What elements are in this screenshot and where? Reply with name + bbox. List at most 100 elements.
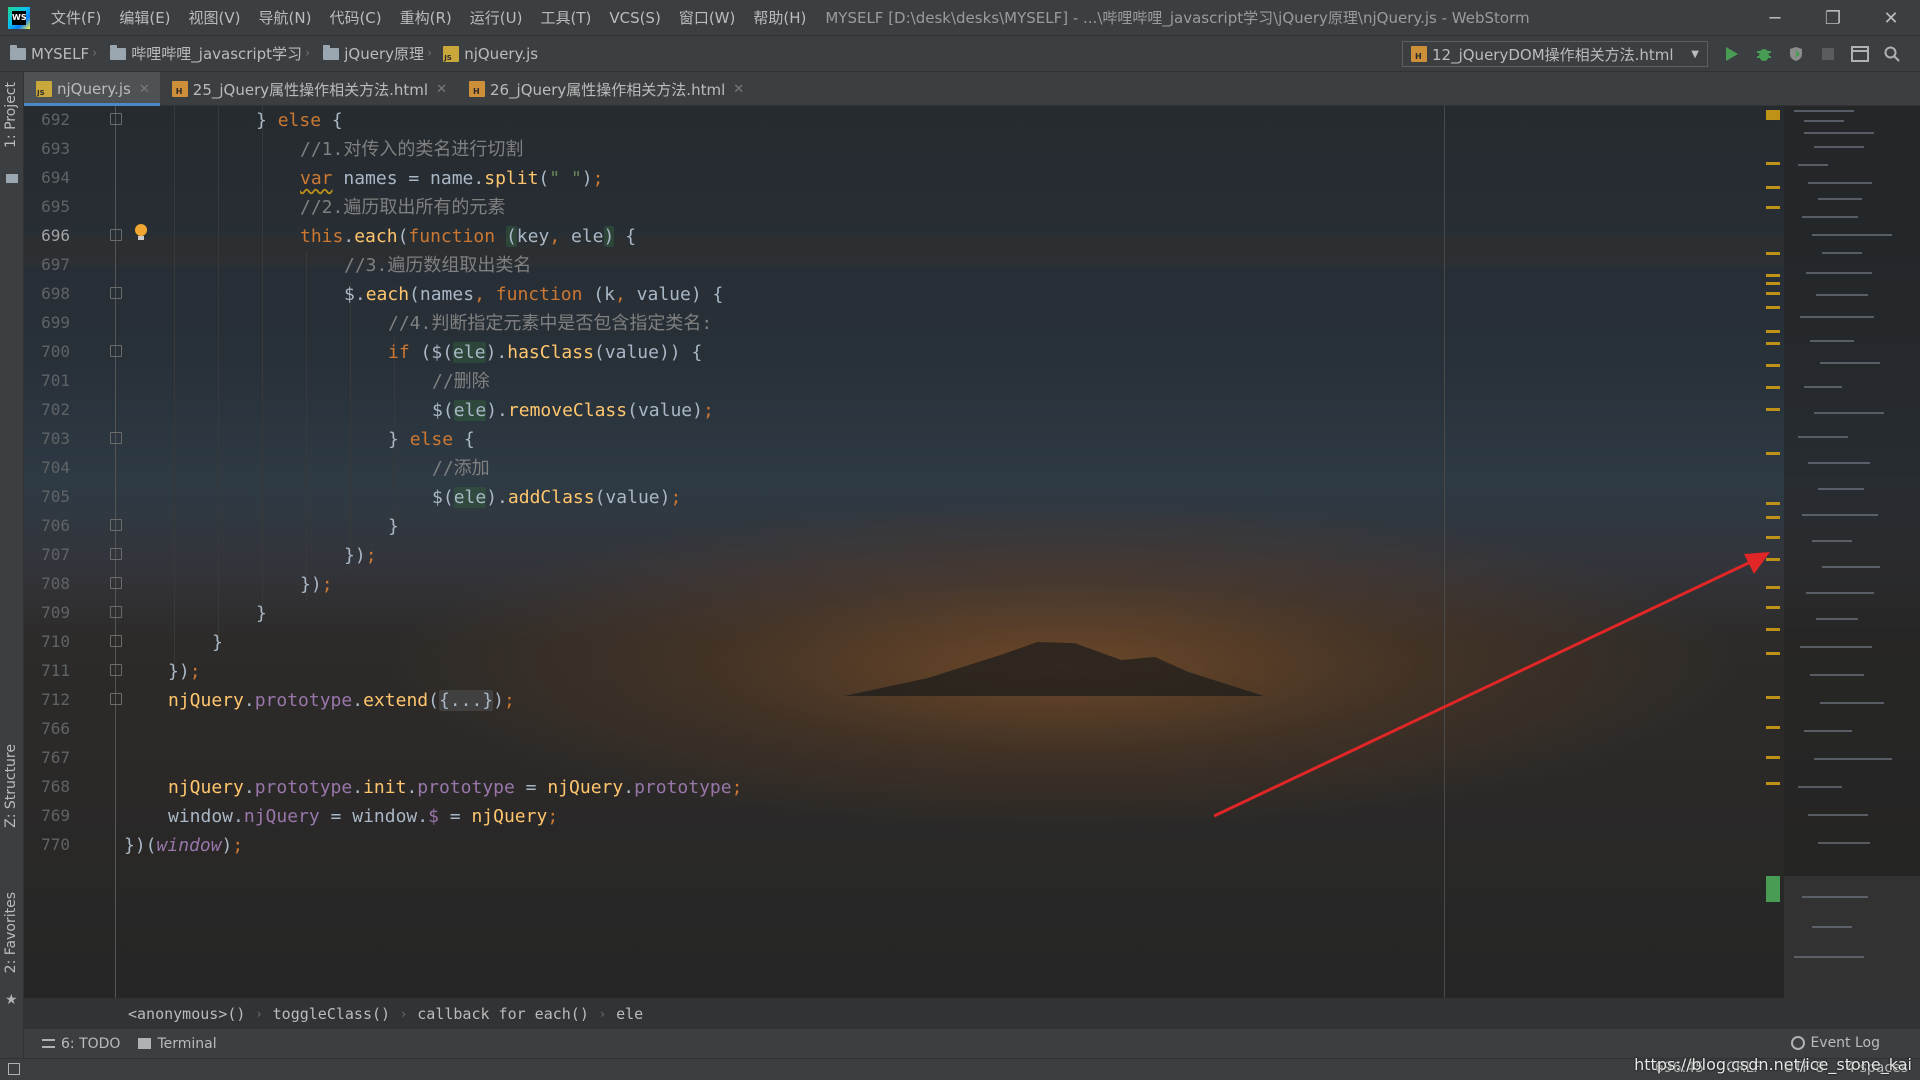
warning-marker[interactable]: [1766, 110, 1780, 120]
breadcrumb-toggleclass[interactable]: toggleClass(): [273, 1005, 390, 1023]
window-layout-icon: [1851, 46, 1869, 62]
warning-marker[interactable]: [1766, 628, 1780, 631]
fold-marker-collapsed[interactable]: [110, 693, 122, 705]
warning-marker[interactable]: [1766, 502, 1780, 505]
fold-marker[interactable]: [110, 606, 122, 618]
warning-marker[interactable]: [1766, 306, 1780, 309]
error-stripe[interactable]: [1764, 106, 1782, 998]
fold-marker[interactable]: [110, 113, 122, 125]
layout-button[interactable]: [1844, 41, 1876, 67]
fold-marker[interactable]: [110, 519, 122, 531]
line-number: 695: [41, 197, 70, 216]
warning-marker[interactable]: [1766, 756, 1780, 759]
warning-marker[interactable]: [1766, 408, 1780, 411]
warning-marker[interactable]: [1766, 186, 1780, 189]
fold-marker[interactable]: [110, 548, 122, 560]
menu-run[interactable]: 运行(U): [461, 7, 532, 28]
project-tool-tab[interactable]: 1: Project: [3, 82, 19, 148]
menu-bar: WS 文件(F) 编辑(E) 视图(V) 导航(N) 代码(C) 重构(R) 运…: [0, 0, 1920, 36]
lightbulb-icon[interactable]: [134, 224, 148, 242]
code-line: //4.判断指定元素中是否包含指定类名:: [388, 313, 713, 334]
indent-guide: [306, 251, 307, 601]
fold-marker[interactable]: [110, 229, 122, 241]
favorites-tool-tab[interactable]: 2: Favorites: [3, 892, 19, 973]
tab-njquery-js[interactable]: njQuery.js ✕: [24, 72, 160, 106]
fold-marker[interactable]: [110, 432, 122, 444]
warning-marker[interactable]: [1766, 274, 1780, 277]
line-number: 704: [41, 458, 70, 477]
menu-code[interactable]: 代码(C): [320, 7, 390, 28]
toggle-tool-windows-icon[interactable]: [8, 1063, 20, 1075]
menu-tools[interactable]: 工具(T): [531, 7, 600, 28]
breadcrumb-folder-course[interactable]: 哔哩哔哩_javascript学习: [100, 43, 302, 64]
fold-marker[interactable]: [110, 345, 122, 357]
navigation-bar: MYSELF › 哔哩哔哩_javascript学习 › jQuery原理 › …: [0, 36, 1920, 72]
menu-view[interactable]: 视图(V): [180, 7, 250, 28]
restore-button[interactable]: ❐: [1804, 0, 1862, 36]
fold-marker[interactable]: [110, 577, 122, 589]
warning-marker[interactable]: [1766, 696, 1780, 699]
warning-marker[interactable]: [1766, 162, 1780, 165]
warning-marker[interactable]: [1766, 516, 1780, 519]
warning-marker[interactable]: [1766, 292, 1780, 295]
code-line: });: [344, 545, 377, 566]
menu-help[interactable]: 帮助(H): [744, 7, 815, 28]
event-log-button[interactable]: Event Log: [1791, 1035, 1880, 1051]
warning-marker[interactable]: [1766, 586, 1780, 589]
stop-button[interactable]: [1812, 41, 1844, 67]
warning-marker[interactable]: [1766, 364, 1780, 367]
code-line: //3.遍历数组取出类名: [344, 255, 532, 276]
minimap-viewport[interactable]: [1784, 876, 1920, 998]
breadcrumb-callback[interactable]: callback for each(): [417, 1005, 589, 1023]
terminal-tool-button[interactable]: Terminal: [138, 1036, 217, 1052]
menu-file[interactable]: 文件(F): [42, 7, 110, 28]
fold-marker[interactable]: [110, 635, 122, 647]
menu-refactor[interactable]: 重构(R): [391, 7, 461, 28]
code-minimap[interactable]: [1784, 106, 1920, 998]
warning-marker[interactable]: [1766, 252, 1780, 255]
warning-marker[interactable]: [1766, 386, 1780, 389]
breadcrumb-project[interactable]: MYSELF: [0, 44, 89, 63]
breadcrumb-ele[interactable]: ele: [616, 1005, 643, 1023]
menu-vcs[interactable]: VCS(S): [600, 9, 669, 27]
warning-marker[interactable]: [1766, 330, 1780, 333]
menu-window[interactable]: 窗口(W): [670, 7, 745, 28]
code-line: //删除: [432, 371, 490, 392]
folder-icon: [110, 44, 127, 60]
line-number: 694: [41, 168, 70, 187]
warning-marker[interactable]: [1766, 282, 1780, 285]
structure-tool-tab[interactable]: Z: Structure: [3, 744, 19, 828]
menu-edit[interactable]: 编辑(E): [110, 7, 179, 28]
run-configuration-select[interactable]: 12_jQueryDOM操作相关方法.html ▼: [1402, 41, 1708, 67]
fold-marker[interactable]: [110, 664, 122, 676]
warning-marker[interactable]: [1766, 452, 1780, 455]
warning-marker[interactable]: [1766, 652, 1780, 655]
close-button[interactable]: ✕: [1862, 0, 1920, 36]
line-number: 698: [41, 284, 70, 303]
warning-marker[interactable]: [1766, 342, 1780, 345]
warning-marker[interactable]: [1766, 782, 1780, 785]
close-icon[interactable]: ✕: [436, 82, 447, 97]
debug-button[interactable]: [1748, 41, 1780, 67]
warning-marker[interactable]: [1766, 606, 1780, 609]
minimize-button[interactable]: ─: [1746, 0, 1804, 36]
warning-marker[interactable]: [1766, 536, 1780, 539]
breadcrumb-anonymous[interactable]: <anonymous>(): [128, 1005, 245, 1023]
todo-tool-button[interactable]: 6: TODO: [42, 1036, 120, 1052]
tab-26-html[interactable]: 26_jQuery属性操作相关方法.html ✕: [457, 72, 754, 106]
close-icon[interactable]: ✕: [733, 82, 744, 97]
coverage-button[interactable]: [1780, 41, 1812, 67]
run-button[interactable]: [1716, 41, 1748, 67]
tab-25-html[interactable]: 25_jQuery属性操作相关方法.html ✕: [160, 72, 457, 106]
close-icon[interactable]: ✕: [139, 82, 150, 97]
warning-marker[interactable]: [1766, 726, 1780, 729]
fold-marker[interactable]: [110, 287, 122, 299]
warning-marker[interactable]: [1766, 558, 1780, 561]
code-editor[interactable]: 692 693 694 695 696 697 698 699 700 701 …: [24, 106, 1920, 998]
warning-marker[interactable]: [1766, 206, 1780, 209]
changes-marker[interactable]: [1766, 876, 1780, 902]
menu-navigate[interactable]: 导航(N): [250, 7, 321, 28]
breadcrumb-folder-jquery[interactable]: jQuery原理: [313, 43, 424, 64]
breadcrumb-file[interactable]: njQuery.js: [435, 45, 538, 63]
search-everywhere-button[interactable]: [1876, 41, 1908, 67]
